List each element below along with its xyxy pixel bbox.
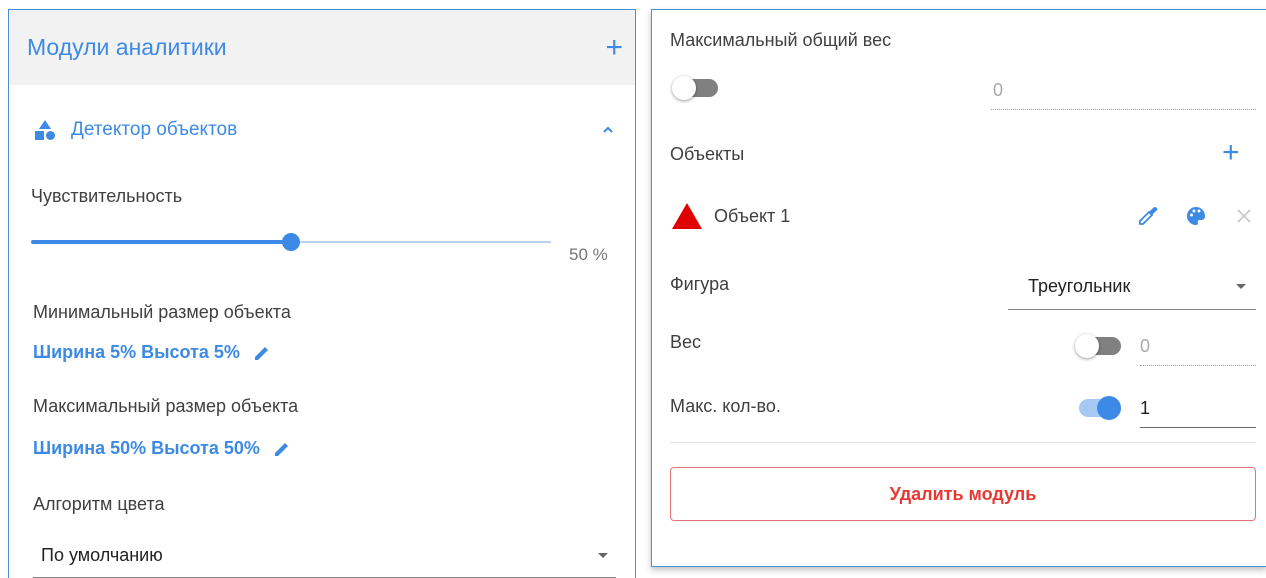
panel-header: Модули аналитики + — [9, 10, 635, 85]
analytics-modules-panel: Модули аналитики + Детектор объектов Чув… — [8, 9, 636, 578]
close-icon[interactable] — [1232, 204, 1256, 228]
slider-fill — [31, 240, 291, 244]
shape-value: Треугольник — [1028, 276, 1131, 296]
max-size-value-row[interactable]: Ширина 50% Высота 50% — [33, 438, 292, 459]
toggle-knob — [672, 76, 696, 100]
objects-label: Объекты — [670, 144, 745, 164]
shapes-icon — [35, 120, 55, 140]
toggle-knob — [1097, 396, 1121, 420]
max-size-label: Максимальный размер объекта — [33, 396, 299, 416]
object-name: Объект 1 — [714, 205, 791, 226]
max-total-weight-label: Максимальный общий вес — [670, 30, 892, 50]
max-total-weight-value: 0 — [993, 80, 1004, 100]
delete-module-button[interactable]: Удалить модуль — [670, 467, 1256, 521]
dropdown-caret-icon — [598, 553, 608, 558]
chevron-up-icon[interactable] — [601, 123, 615, 137]
object-settings-panel: Максимальный общий вес 0 Объекты + Объек… — [651, 9, 1266, 567]
sensitivity-slider[interactable] — [31, 232, 551, 252]
add-module-plus-icon[interactable]: + — [605, 32, 623, 63]
weight-input[interactable]: 0 — [1140, 328, 1256, 366]
pencil-icon[interactable] — [272, 439, 292, 459]
weight-value: 0 — [1140, 336, 1151, 356]
palette-icon[interactable] — [1184, 204, 1208, 228]
shape-label: Фигура — [670, 274, 730, 294]
min-size-label: Минимальный размер объекта — [33, 302, 291, 322]
triangle-icon — [672, 203, 702, 229]
weight-label: Вес — [670, 332, 702, 352]
module-header-object-detector[interactable]: Детектор объектов — [33, 110, 615, 150]
module-name: Детектор объектов — [71, 119, 238, 140]
min-size-value-row[interactable]: Ширина 5% Высота 5% — [33, 342, 272, 363]
max-count-label: Макс. кол-во. — [670, 396, 781, 416]
sensitivity-value: 50 % — [569, 245, 608, 264]
pencil-icon[interactable] — [252, 343, 272, 363]
panel-title: Модули аналитики — [27, 34, 227, 60]
max-size-value[interactable]: Ширина 50% Высота 50% — [33, 438, 260, 459]
eyedropper-icon[interactable] — [1136, 204, 1160, 228]
object-row: Объект 1 — [670, 198, 1256, 234]
shape-select[interactable]: Треугольник — [1008, 264, 1256, 310]
max-total-weight-toggle[interactable] — [672, 76, 718, 100]
color-algorithm-label: Алгоритм цвета — [33, 494, 165, 514]
slider-thumb[interactable] — [282, 233, 300, 251]
min-size-value[interactable]: Ширина 5% Высота 5% — [33, 342, 240, 363]
max-count-toggle[interactable] — [1075, 396, 1121, 420]
add-object-plus-icon[interactable]: + — [1222, 138, 1240, 168]
dropdown-caret-icon — [1236, 284, 1246, 289]
max-count-value: 1 — [1140, 398, 1151, 418]
color-algorithm-select[interactable]: По умолчанию — [33, 534, 616, 578]
weight-toggle[interactable] — [1075, 334, 1121, 358]
object-actions — [1112, 204, 1256, 228]
divider — [670, 442, 1256, 443]
sensitivity-label: Чувствительность — [31, 186, 183, 206]
max-count-input[interactable]: 1 — [1140, 390, 1256, 428]
color-algorithm-value: По умолчанию — [41, 545, 163, 565]
toggle-knob — [1075, 334, 1099, 358]
max-total-weight-input[interactable]: 0 — [991, 72, 1256, 110]
